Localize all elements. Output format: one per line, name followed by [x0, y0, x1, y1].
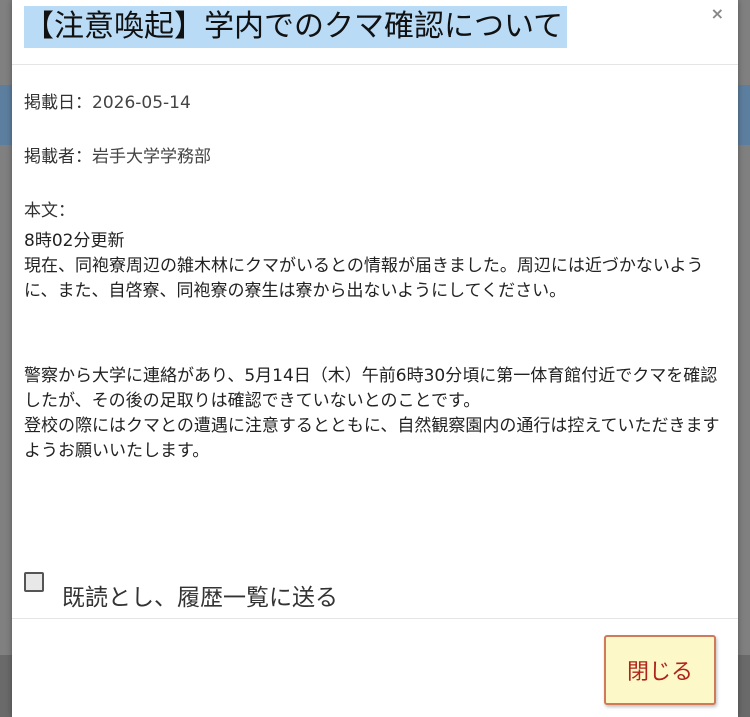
modal-header: 【注意喚起】学内でのクマ確認について ×	[12, 0, 738, 65]
modal-body: 掲載日：2026-05-14 掲載者：岩手大学学務部 本文： 8時02分更新 現…	[12, 65, 738, 464]
mark-read-checkbox[interactable]	[24, 572, 44, 592]
modal-title: 【注意喚起】学内でのクマ確認について	[24, 6, 568, 48]
close-button[interactable]: 閉じる	[604, 635, 716, 705]
update-time: 8時02分更新	[24, 231, 125, 251]
close-icon[interactable]: ×	[711, 4, 724, 23]
author-label: 掲載者：	[24, 147, 92, 167]
modal-footer: 閉じる	[12, 618, 738, 717]
notice-paragraph: 登校の際にはクマとの遭遇に注意するとともに、自然観察園内の通行は控えていただきま…	[24, 416, 720, 461]
backdrop-header-left	[0, 85, 12, 145]
body-label: 本文：	[24, 201, 75, 221]
author-name: 岩手大学学務部	[92, 147, 211, 167]
backdrop-footer-right	[738, 655, 750, 717]
mark-read-label[interactable]: 既読とし、履歴一覧に送る	[62, 578, 338, 612]
backdrop-header-right	[738, 85, 750, 145]
notice-paragraph: 警察から大学に連絡があり、5月14日（木）午前6時30分頃に第一体育館付近でクマ…	[24, 366, 718, 411]
author-row: 掲載者：岩手大学学務部	[24, 145, 726, 169]
published-date: 2026-05-14	[92, 93, 191, 113]
published-date-row: 掲載日：2026-05-14	[24, 91, 726, 115]
backdrop-footer-left	[0, 655, 12, 717]
notice-paragraph: 現在、同袍寮周辺の雑木林にクマがいるとの情報が届きました。周辺には近づかないよう…	[24, 256, 704, 301]
notice-modal: 【注意喚起】学内でのクマ確認について × 掲載日：2026-05-14 掲載者：…	[12, 0, 738, 717]
published-label: 掲載日：	[24, 93, 92, 113]
mark-read-row[interactable]: 既読とし、履歴一覧に送る	[24, 552, 338, 612]
notice-body: 8時02分更新 現在、同袍寮周辺の雑木林にクマがいるとの情報が届きました。周辺に…	[24, 229, 726, 464]
